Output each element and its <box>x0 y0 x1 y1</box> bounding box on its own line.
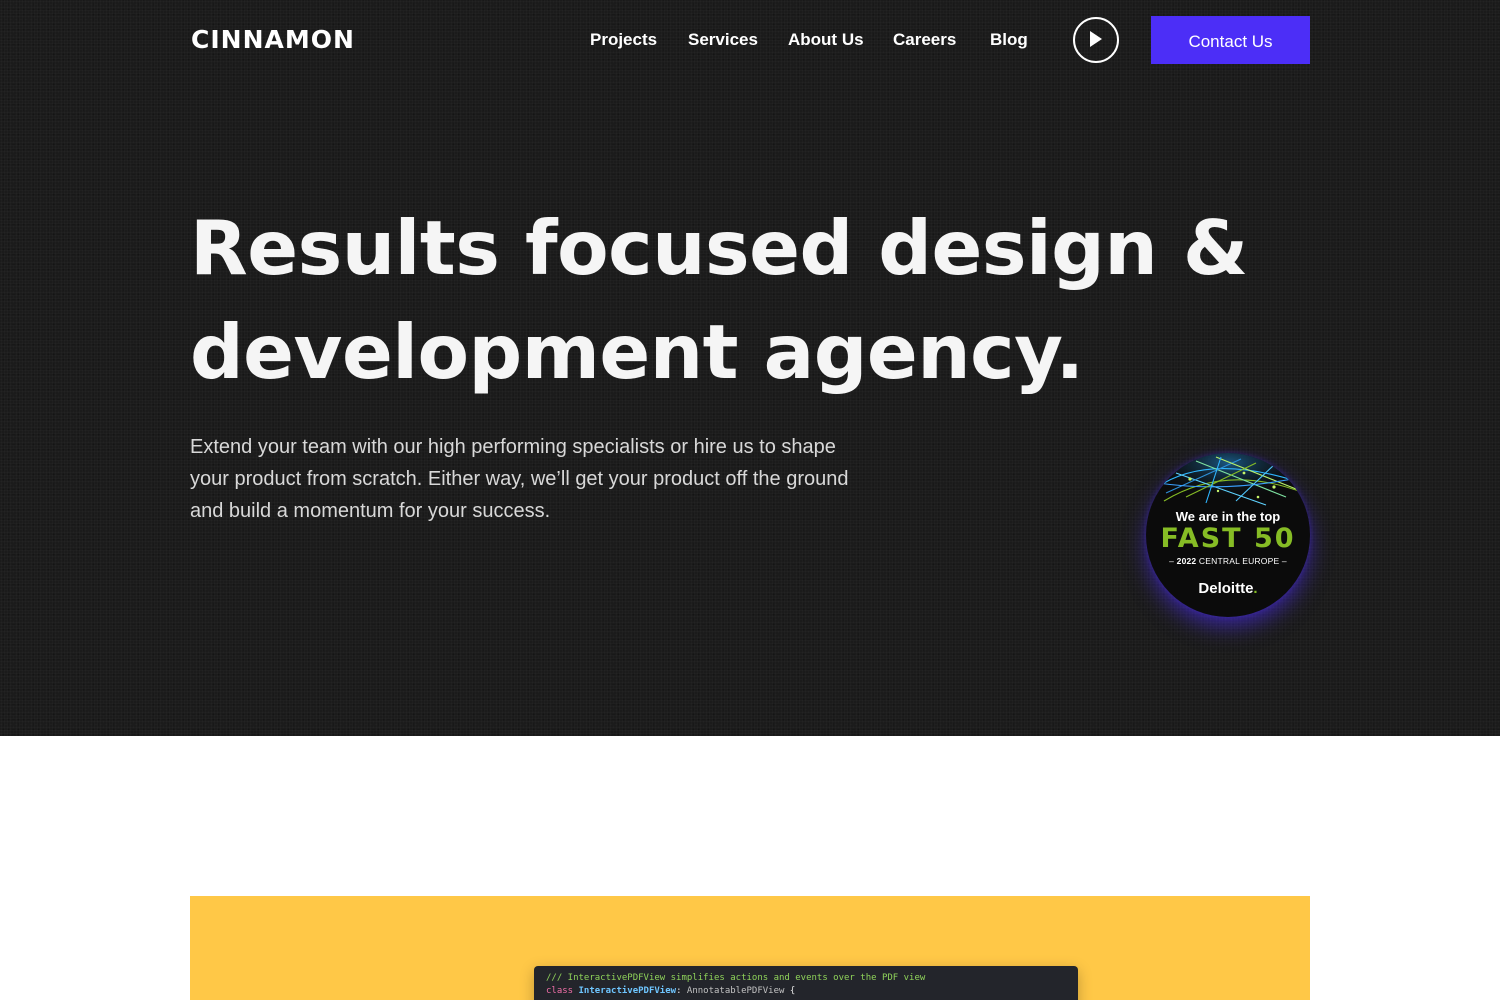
play-icon <box>1090 31 1102 47</box>
featured-project-card[interactable]: /// InteractivePDFView simplifies action… <box>190 896 1310 1000</box>
code-comment: /// InteractivePDFView simplifies action… <box>546 973 926 983</box>
play-video-button[interactable] <box>1073 17 1119 63</box>
logo[interactable]: CINNAMON <box>191 24 355 56</box>
nav-about-us[interactable]: About Us <box>788 28 864 52</box>
hero-subtext: Extend your team with our high performin… <box>190 436 849 522</box>
deloitte-fast50-badge[interactable]: We are in the top FAST 50 – 2022 CENTRAL… <box>1146 453 1310 617</box>
hero-title-line-2: development agency. <box>190 308 1084 396</box>
hero-section: CINNAMON Projects Services About Us Care… <box>0 0 1500 736</box>
badge-deloitte-logo: Deloitte. <box>1198 580 1258 597</box>
badge-subtitle: – 2022 CENTRAL EUROPE – <box>1169 556 1287 566</box>
code-class-declaration: class InteractivePDFView: AnnotatablePDF… <box>546 986 796 996</box>
badge-fast50: FAST 50 <box>1160 523 1296 554</box>
contact-us-button[interactable]: Contact Us <box>1151 16 1310 64</box>
nav-services[interactable]: Services <box>688 28 758 52</box>
nav-projects[interactable]: Projects <box>590 28 657 52</box>
code-preview: /// InteractivePDFView simplifies action… <box>534 966 1078 1000</box>
nav-careers[interactable]: Careers <box>893 28 956 52</box>
hero-title-line-1: Results focused design & <box>190 204 1248 292</box>
nav-blog[interactable]: Blog <box>990 28 1028 52</box>
hero-title: Results focused design & development age… <box>190 196 1290 404</box>
